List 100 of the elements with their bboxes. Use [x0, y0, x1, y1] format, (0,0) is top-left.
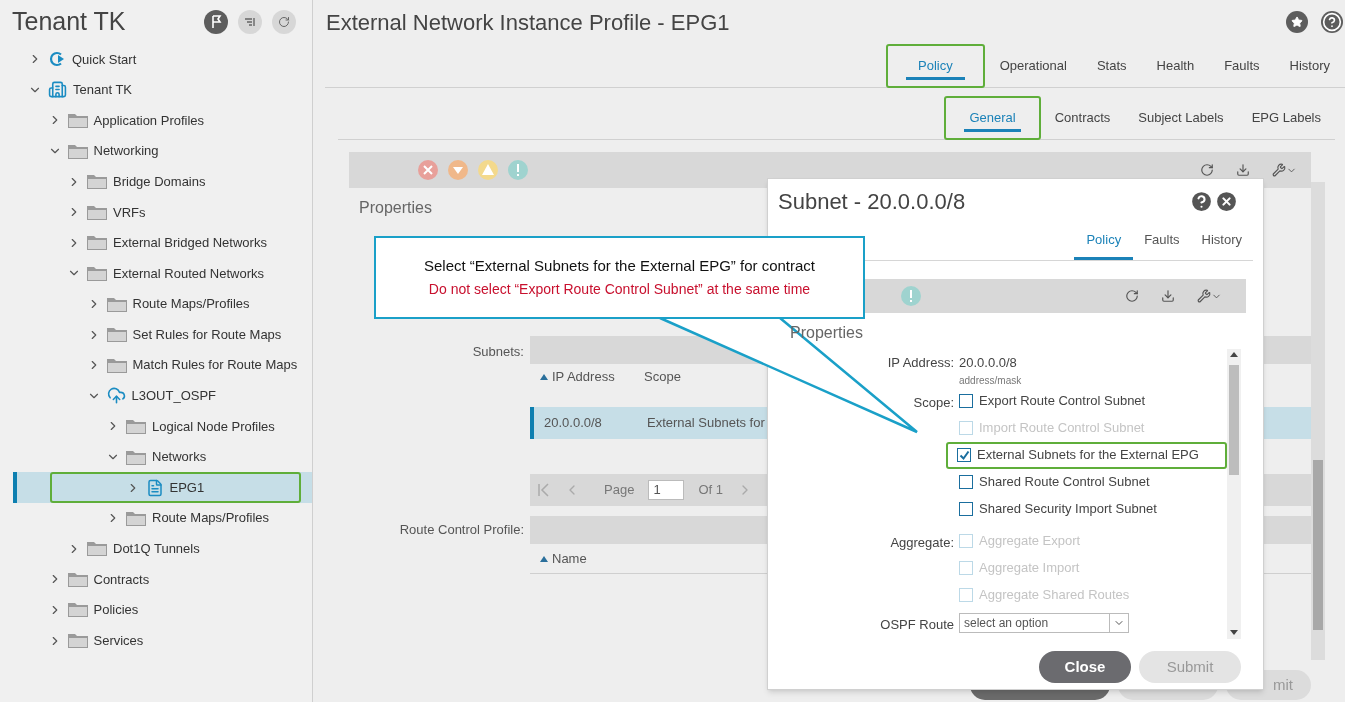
tree-item[interactable]: Networks [0, 441, 312, 473]
scrollbar[interactable] [1311, 182, 1325, 660]
tab[interactable]: EPG Labels [1237, 96, 1335, 140]
tree-item[interactable]: Logical Node Profiles [0, 411, 312, 442]
folder-icon [87, 204, 107, 220]
tree-item[interactable]: Set Rules for Route Maps [0, 319, 312, 350]
flag-icon[interactable] [204, 10, 228, 34]
tree-item[interactable]: Contracts [0, 564, 312, 595]
tree-label: Application Profiles [93, 111, 205, 130]
tree-label: Tenant TK [73, 81, 133, 100]
scrollbar[interactable] [1227, 349, 1241, 639]
folder-icon [67, 113, 88, 128]
tree-item[interactable]: External Routed Networks [0, 258, 312, 289]
field-label: OSPF Route [879, 615, 954, 634]
document-icon [145, 478, 164, 497]
tree-item[interactable]: Bridge Domains [0, 166, 312, 197]
checkbox-label: External Subnets for the External EPG [977, 446, 1199, 465]
checkbox[interactable] [959, 394, 973, 408]
table-cell-text: External Subnets for [647, 414, 765, 433]
tree-label: Bridge Domains [113, 172, 206, 191]
tree-label: Dot1Q Tunnels [113, 540, 200, 559]
tree-item[interactable]: Networking [0, 135, 312, 167]
checkbox[interactable] [957, 448, 971, 462]
help-icon[interactable] [1321, 11, 1343, 33]
section-title: Properties [359, 198, 432, 218]
tree-item[interactable]: Application Profiles [0, 105, 312, 136]
favorite-icon[interactable] [1286, 11, 1308, 33]
tab[interactable]: Faults [1133, 219, 1191, 260]
tab[interactable]: Contracts [1040, 96, 1125, 140]
tab[interactable]: Policy [886, 44, 985, 88]
folder-icon [67, 602, 88, 618]
tree-item[interactable]: Dot1Q Tunnels [0, 533, 312, 565]
tools-menu-icon[interactable] [1197, 289, 1222, 303]
cloud-icon [106, 386, 126, 406]
tree-label: L3OUT_OSPF [131, 387, 217, 406]
tree-label: External Routed Networks [113, 264, 264, 283]
tab[interactable]: History [1190, 219, 1253, 260]
sort-ascending-icon[interactable] [540, 555, 548, 562]
tree-item[interactable]: Tenant TK [0, 74, 312, 106]
select-field[interactable]: select an option [959, 612, 1129, 633]
tree-label: Networking [93, 142, 159, 161]
tab[interactable]: Subject Labels [1124, 96, 1238, 140]
tree-item[interactable]: External Bridged Networks [0, 227, 312, 259]
tree-item[interactable]: Match Rules for Route Maps [0, 349, 312, 381]
checkbox[interactable] [959, 502, 973, 516]
sidebar-title: Tenant TK [12, 6, 127, 38]
tab-underline [1074, 257, 1134, 260]
quick-start-icon [48, 50, 66, 69]
download-icon[interactable] [1161, 289, 1175, 303]
callout-warning: Do not select “Export Route Control Subnet” at the same time [428, 280, 811, 300]
field-value: 20.0.0.0/8 [959, 354, 1018, 372]
column-header[interactable]: Scope [644, 367, 681, 387]
refresh-icon[interactable] [1125, 289, 1139, 303]
tree-item[interactable]: VRFs [0, 196, 312, 228]
close-button[interactable]: Close [1039, 651, 1131, 683]
tree-label: Set Rules for Route Maps [132, 325, 282, 344]
tree-item[interactable]: EPG1 [13, 472, 312, 503]
page-input[interactable]: 1 [648, 480, 685, 500]
folder-icon [67, 571, 88, 587]
tab[interactable]: Policy [1074, 219, 1134, 260]
page-count: Of 1 [698, 481, 723, 500]
tree-label: Networks [152, 448, 207, 467]
tab[interactable]: Health [1141, 44, 1210, 88]
tab[interactable]: History [1274, 44, 1345, 88]
field-label: IP Address: [886, 354, 954, 372]
folder-icon [87, 541, 107, 557]
checkbox-label: Export Route Control Subnet [979, 392, 1146, 411]
refresh-icon[interactable] [272, 10, 296, 34]
tab[interactable]: General [944, 96, 1041, 140]
tree-label: Contracts [93, 570, 150, 589]
tree-item[interactable]: Policies [0, 594, 312, 626]
tab[interactable]: Operational [984, 44, 1082, 88]
scroll-down-icon[interactable] [1230, 630, 1238, 635]
tools-menu-icon[interactable] [1272, 163, 1297, 177]
tree-item[interactable]: Quick Start [0, 44, 312, 75]
refresh-icon[interactable] [1200, 163, 1214, 177]
tree-item[interactable]: Services [0, 625, 312, 656]
download-icon[interactable] [1236, 163, 1250, 177]
tab-underline [906, 77, 965, 80]
building-icon [48, 80, 67, 100]
column-header[interactable]: IP Address [540, 367, 644, 387]
tree-item[interactable]: L3OUT_OSPF [0, 380, 312, 412]
folder-icon [126, 449, 146, 465]
checkbox[interactable] [959, 475, 973, 489]
checkbox-label: Aggregate Import [979, 559, 1080, 578]
checkbox-label: Aggregate Export [979, 532, 1081, 551]
field-label: Route Control Profile: [398, 521, 524, 539]
tab[interactable]: Faults [1209, 44, 1275, 88]
callout-note: Select “External Subnets for the External EPG” for contract [424, 255, 815, 276]
sort-ascending-icon[interactable] [540, 374, 548, 380]
field-hint: address/mask [959, 373, 1023, 388]
tree-label: Route Maps/Profiles [132, 295, 250, 314]
scroll-up-icon[interactable] [1230, 352, 1238, 357]
checkbox-label: Aggregate Shared Routes [979, 586, 1130, 605]
field-label: Subnets: [471, 343, 524, 361]
column-header[interactable]: Name [540, 548, 587, 569]
tab[interactable]: Stats [1081, 44, 1142, 88]
filter-icon[interactable] [238, 10, 262, 34]
tree-item[interactable]: Route Maps/Profiles [0, 502, 312, 534]
tree-item[interactable]: Route Maps/Profiles [0, 288, 312, 320]
